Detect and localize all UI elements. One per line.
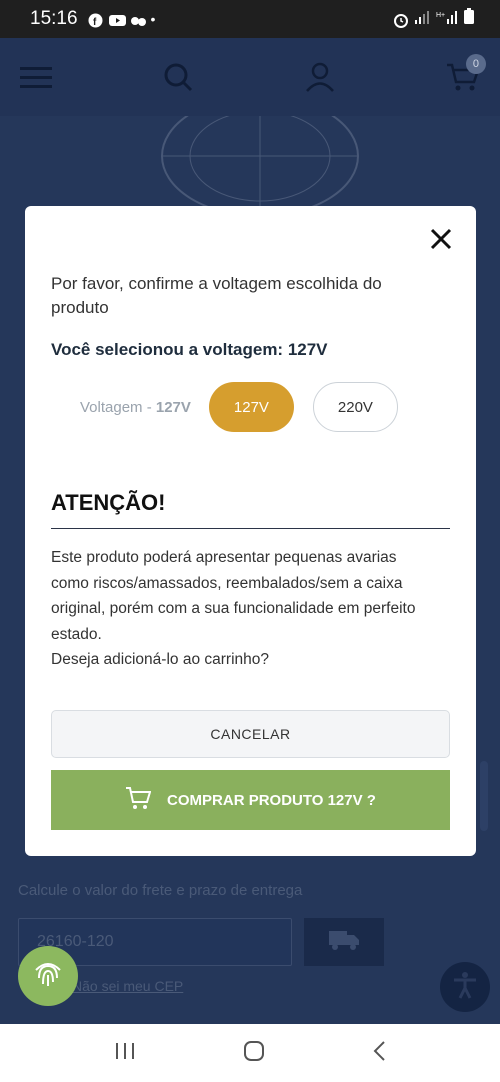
user-icon[interactable] [305, 62, 335, 92]
close-button[interactable] [428, 228, 454, 254]
notification-icons: f • [88, 11, 156, 28]
more-dot-icon: • [150, 11, 156, 27]
voltage-label-prefix: Voltagem - [80, 398, 156, 416]
search-icon[interactable] [163, 62, 193, 92]
close-icon [430, 228, 452, 255]
confirm-voltage-text: Por favor, confirme a voltagem escolhida… [51, 274, 382, 317]
warning-line: como riscos/amassados, reembalados/sem a… [51, 574, 403, 592]
fingerprint-icon [30, 956, 66, 997]
attention-title: ATENÇÃO! [51, 490, 166, 515]
selected-voltage-text: Você selecionou a voltagem: 127V [51, 340, 328, 359]
back-icon[interactable] [372, 1040, 386, 1067]
cep-help-link[interactable]: Não sei meu CEP [72, 978, 183, 994]
youtube-icon [108, 12, 126, 27]
divider [51, 528, 450, 529]
warning-text: Este produto poderá apresentar pequenas … [51, 545, 451, 673]
system-icons: H+ [393, 8, 474, 30]
status-time: 15:16 [30, 8, 78, 29]
accessibility-button[interactable] [440, 962, 490, 1012]
svg-text:H+: H+ [436, 12, 445, 19]
warning-line: original, porém com a sua funcionalidade… [51, 600, 416, 617]
data-signal-icon: H+ [436, 8, 458, 30]
voltage-option-127v[interactable]: 127V [208, 382, 294, 432]
menu-icon[interactable] [20, 65, 52, 89]
cart-count-badge: 0 [465, 54, 486, 74]
accessibility-icon [450, 970, 480, 1005]
cart-icon [125, 786, 152, 814]
system-nav-bar [0, 1024, 500, 1082]
alarm-icon [393, 12, 408, 28]
voltage-selector: Voltagem - 127V 127V 220V [51, 382, 451, 432]
voltage-option-220v[interactable]: 220V [312, 382, 398, 432]
warning-line: estado. [51, 625, 102, 643]
fingerprint-button[interactable] [18, 946, 78, 1006]
recent-apps-icon[interactable] [114, 1041, 136, 1066]
calculate-freight-button[interactable] [304, 918, 384, 966]
voltage-label: Voltagem - 127V [80, 399, 191, 416]
scroll-indicator [480, 761, 488, 831]
voltage-confirmation-modal: Por favor, confirme a voltagem escolhida… [25, 206, 476, 856]
buy-button-label: COMPRAR PRODUTO 127V ? [167, 791, 376, 809]
buy-product-button[interactable]: COMPRAR PRODUTO 127V ? [51, 770, 450, 830]
signal-icon [414, 8, 430, 30]
cart-button[interactable]: 0 [446, 54, 486, 92]
app-header: 0 [0, 38, 500, 116]
add-to-cart-question: Deseja adicioná-lo ao carrinho? [51, 651, 269, 668]
truck-icon [329, 929, 359, 956]
home-icon[interactable] [243, 1040, 265, 1067]
status-bar: 15:16 f • H+ [0, 0, 500, 38]
warning-line: Este produto poderá apresentar pequenas … [51, 549, 397, 566]
app-notification-icon [130, 12, 146, 27]
voltage-label-value: 127V [155, 398, 191, 416]
product-image [161, 116, 359, 208]
battery-icon [464, 8, 474, 30]
facebook-icon: f [88, 12, 103, 28]
cancel-button[interactable]: CANCELAR [51, 710, 450, 758]
freight-label: Calcule o valor do frete e prazo de entr… [18, 882, 303, 899]
